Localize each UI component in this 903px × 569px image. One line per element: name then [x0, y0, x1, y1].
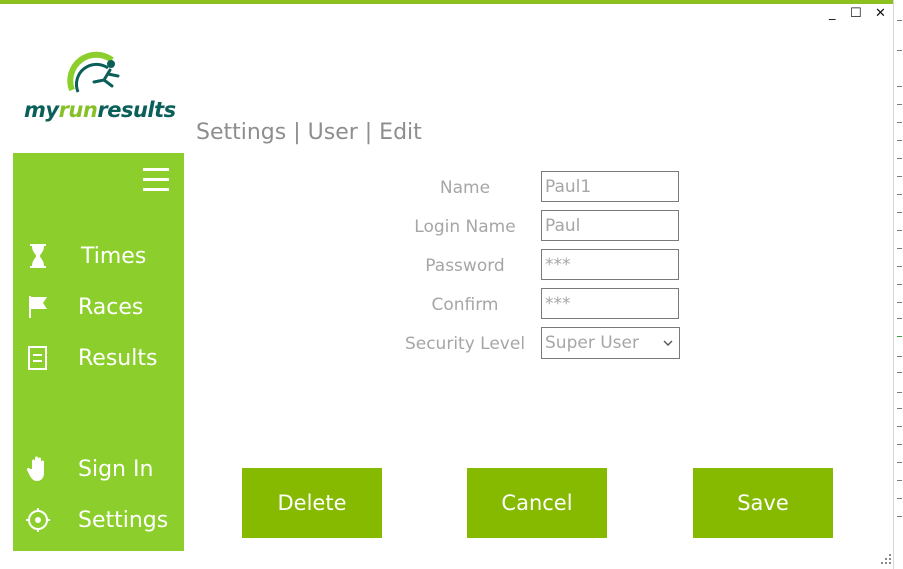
gear-icon	[26, 508, 50, 532]
login-name-field[interactable]	[541, 210, 679, 241]
sidebar-item-label: Times	[81, 244, 147, 269]
cancel-button[interactable]: Cancel	[467, 468, 607, 538]
window-accent-bar	[0, 0, 903, 4]
name-field[interactable]	[541, 171, 679, 202]
app-logo: myrunresults	[24, 50, 176, 130]
security-level-label: Security Level	[404, 334, 526, 354]
name-input[interactable]	[542, 172, 678, 201]
hand-icon	[26, 456, 44, 481]
sidebar-item-times[interactable]: Times	[13, 236, 184, 276]
security-level-value: Super User	[545, 333, 639, 353]
flag-icon	[29, 296, 47, 318]
sidebar-item-races[interactable]: Races	[13, 287, 184, 327]
maximize-button[interactable]: ☐	[850, 6, 862, 22]
logo-wordmark: myrunresults	[24, 98, 176, 122]
runner-logo-icon	[67, 51, 120, 93]
confirm-label: Confirm	[431, 295, 499, 315]
document-icon	[28, 346, 47, 370]
sidebar: Times Races Results Sign In Settings	[13, 153, 184, 551]
confirm-field[interactable]	[541, 288, 679, 319]
resize-grip-icon[interactable]	[881, 554, 891, 564]
sidebar-item-sign-in[interactable]: Sign In	[13, 449, 184, 489]
delete-button[interactable]: Delete	[242, 468, 382, 538]
chevron-down-icon	[663, 340, 673, 346]
minimize-button[interactable]: _	[829, 6, 836, 22]
sidebar-item-settings[interactable]: Settings	[13, 500, 184, 540]
security-level-select[interactable]: Super User	[541, 327, 680, 359]
login-name-label: Login Name	[414, 217, 516, 237]
sidebar-item-label: Results	[78, 346, 158, 371]
sidebar-item-results[interactable]: Results	[13, 338, 184, 378]
save-button[interactable]: Save	[693, 468, 833, 538]
password-field[interactable]	[541, 249, 679, 280]
login-name-input[interactable]	[542, 211, 678, 240]
hamburger-icon[interactable]	[143, 167, 169, 191]
adjacent-window-edge	[893, 0, 903, 569]
page-title: Settings | User | Edit	[196, 120, 422, 145]
sidebar-item-label: Settings	[78, 508, 169, 533]
sidebar-item-label: Sign In	[78, 457, 154, 482]
close-button[interactable]: ✕	[875, 6, 886, 22]
password-input[interactable]	[542, 250, 678, 279]
confirm-input[interactable]	[542, 289, 678, 318]
password-label: Password	[425, 256, 505, 276]
sidebar-item-label: Races	[78, 295, 144, 320]
name-label: Name	[439, 178, 491, 198]
hourglass-icon	[30, 244, 46, 268]
